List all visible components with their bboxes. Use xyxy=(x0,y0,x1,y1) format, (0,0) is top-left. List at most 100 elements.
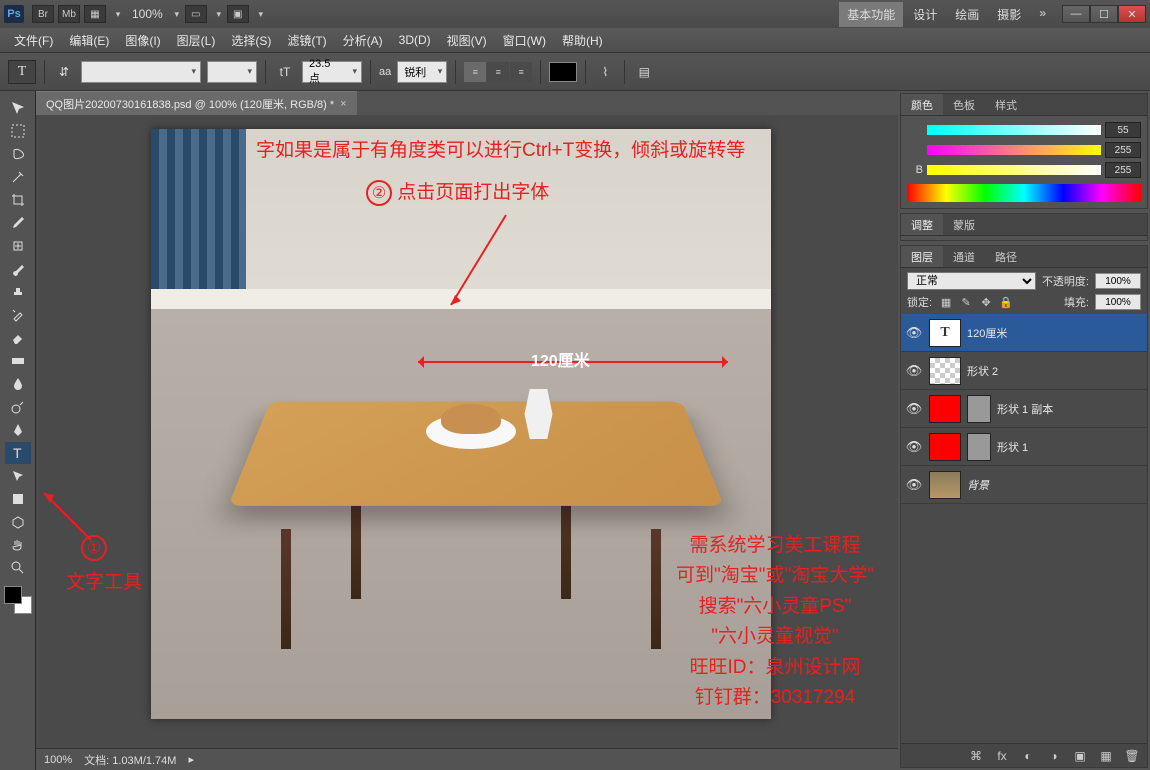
visibility-icon[interactable]: 👁 xyxy=(905,362,923,380)
close-tab-icon[interactable]: × xyxy=(340,98,346,110)
status-doc-info[interactable]: 文档: 1.03M/1.74M xyxy=(84,752,176,768)
move-tool[interactable] xyxy=(5,97,31,119)
opacity-input[interactable] xyxy=(1095,273,1141,289)
b-slider[interactable] xyxy=(927,165,1101,175)
menu-layer[interactable]: 图层(L) xyxy=(169,28,224,53)
warp-text-icon[interactable]: ⌇ xyxy=(594,61,616,83)
crop-tool[interactable] xyxy=(5,189,31,211)
marquee-tool[interactable] xyxy=(5,120,31,142)
type-tool[interactable]: T xyxy=(5,442,31,464)
dropdown-icon[interactable]: ▾ xyxy=(211,9,227,20)
layer-thumbnail[interactable] xyxy=(929,357,961,385)
workspace-more[interactable]: » xyxy=(1031,2,1054,27)
zoom-level[interactable]: 100% xyxy=(132,7,163,21)
layer-thumbnail[interactable]: T xyxy=(929,319,961,347)
pen-tool[interactable] xyxy=(5,419,31,441)
layer-item[interactable]: 👁 形状 2 xyxy=(901,352,1147,390)
r-value[interactable] xyxy=(1105,122,1141,138)
arrange-button[interactable]: ▭ xyxy=(185,5,207,23)
layer-name[interactable]: 120厘米 xyxy=(967,325,1007,341)
menu-window[interactable]: 窗口(W) xyxy=(495,28,554,53)
layer-item[interactable]: 👁 形状 1 xyxy=(901,428,1147,466)
tool-preset[interactable]: T xyxy=(8,60,36,84)
menu-edit[interactable]: 编辑(E) xyxy=(61,28,117,53)
menu-analysis[interactable]: 分析(A) xyxy=(335,28,391,53)
g-slider[interactable] xyxy=(927,145,1101,155)
minimize-button[interactable]: — xyxy=(1062,5,1090,23)
visibility-icon[interactable]: 👁 xyxy=(905,438,923,456)
lock-all-icon[interactable]: 🔒 xyxy=(998,294,1014,310)
tab-masks[interactable]: 蒙版 xyxy=(943,214,985,235)
layer-thumbnail[interactable] xyxy=(929,433,961,461)
font-size-dropdown[interactable]: 23.5 点 xyxy=(302,61,362,83)
tab-layers[interactable]: 图层 xyxy=(901,246,943,267)
tab-color[interactable]: 颜色 xyxy=(901,94,943,115)
color-picker[interactable] xyxy=(4,586,32,614)
g-value[interactable] xyxy=(1105,142,1141,158)
tab-paths[interactable]: 路径 xyxy=(985,246,1027,267)
tab-adjustments[interactable]: 调整 xyxy=(901,214,943,235)
3d-tool[interactable] xyxy=(5,511,31,533)
canvas-viewport[interactable]: 120厘米 字如果是属于有角度类可以进行Ctrl+T变换，倾斜或旋转等 ② 点击… xyxy=(36,115,898,748)
eraser-tool[interactable] xyxy=(5,327,31,349)
menu-view[interactable]: 视图(V) xyxy=(439,28,495,53)
menu-image[interactable]: 图像(I) xyxy=(117,28,168,53)
foreground-color[interactable] xyxy=(4,586,22,604)
layer-fx-icon[interactable]: fx xyxy=(993,747,1011,765)
lock-pixels-icon[interactable]: ✎ xyxy=(958,294,974,310)
align-center-button[interactable]: ≡ xyxy=(487,62,509,82)
menu-3d[interactable]: 3D(D) xyxy=(391,29,439,51)
tab-swatches[interactable]: 色板 xyxy=(943,94,985,115)
path-selection-tool[interactable] xyxy=(5,465,31,487)
layer-name[interactable]: 形状 1 xyxy=(997,439,1028,455)
screen-mode-button[interactable]: ▣ xyxy=(227,5,249,23)
mask-thumbnail[interactable] xyxy=(967,433,991,461)
history-brush-tool[interactable] xyxy=(5,304,31,326)
minibridge-button[interactable]: Mb xyxy=(58,5,80,23)
trash-icon[interactable]: 🗑 xyxy=(1123,747,1141,765)
view-extras-button[interactable]: ▦ xyxy=(84,5,106,23)
dropdown-icon[interactable]: ▾ xyxy=(110,9,126,20)
workspace-tab-design[interactable]: 设计 xyxy=(905,2,945,27)
visibility-icon[interactable]: 👁 xyxy=(905,324,923,342)
visibility-icon[interactable]: 👁 xyxy=(905,400,923,418)
layer-mask-icon[interactable]: ◐ xyxy=(1019,747,1037,765)
hand-tool[interactable] xyxy=(5,534,31,556)
bridge-button[interactable]: Br xyxy=(32,5,54,23)
adjustment-layer-icon[interactable]: ◑ xyxy=(1045,747,1063,765)
align-left-button[interactable]: ≡ xyxy=(464,62,486,82)
blur-tool[interactable] xyxy=(5,373,31,395)
workspace-tab-photography[interactable]: 摄影 xyxy=(989,2,1029,27)
lock-position-icon[interactable]: ✥ xyxy=(978,294,994,310)
layer-item[interactable]: 👁 T 120厘米 xyxy=(901,314,1147,352)
mask-thumbnail[interactable] xyxy=(967,395,991,423)
dodge-tool[interactable] xyxy=(5,396,31,418)
layer-name[interactable]: 形状 2 xyxy=(967,363,998,379)
antialias-dropdown[interactable]: 锐利 xyxy=(397,61,447,83)
layer-thumbnail[interactable] xyxy=(929,395,961,423)
text-color-swatch[interactable] xyxy=(549,62,577,82)
shape-tool[interactable] xyxy=(5,488,31,510)
menu-filter[interactable]: 滤镜(T) xyxy=(279,28,334,53)
close-button[interactable]: ✕ xyxy=(1118,5,1146,23)
align-right-button[interactable]: ≡ xyxy=(510,62,532,82)
b-value[interactable] xyxy=(1105,162,1141,178)
r-slider[interactable] xyxy=(927,125,1101,135)
document-tab[interactable]: QQ图片20200730161838.psd @ 100% (120厘米, RG… xyxy=(36,91,357,116)
stamp-tool[interactable] xyxy=(5,281,31,303)
tab-channels[interactable]: 通道 xyxy=(943,246,985,267)
lasso-tool[interactable] xyxy=(5,143,31,165)
maximize-button[interactable]: ☐ xyxy=(1090,5,1118,23)
layer-item[interactable]: 👁 形状 1 副本 xyxy=(901,390,1147,428)
magic-wand-tool[interactable] xyxy=(5,166,31,188)
workspace-tab-painting[interactable]: 绘画 xyxy=(947,2,987,27)
status-arrow-icon[interactable]: ▸ xyxy=(188,753,194,766)
zoom-tool[interactable] xyxy=(5,557,31,579)
layer-item[interactable]: 👁 背景 xyxy=(901,466,1147,504)
fill-input[interactable] xyxy=(1095,294,1141,310)
zoom-dropdown-icon[interactable]: ▾ xyxy=(169,9,185,20)
healing-tool[interactable] xyxy=(5,235,31,257)
layer-name[interactable]: 背景 xyxy=(967,477,989,493)
font-weight-dropdown[interactable] xyxy=(207,61,257,83)
link-layers-icon[interactable]: ⌘ xyxy=(967,747,985,765)
